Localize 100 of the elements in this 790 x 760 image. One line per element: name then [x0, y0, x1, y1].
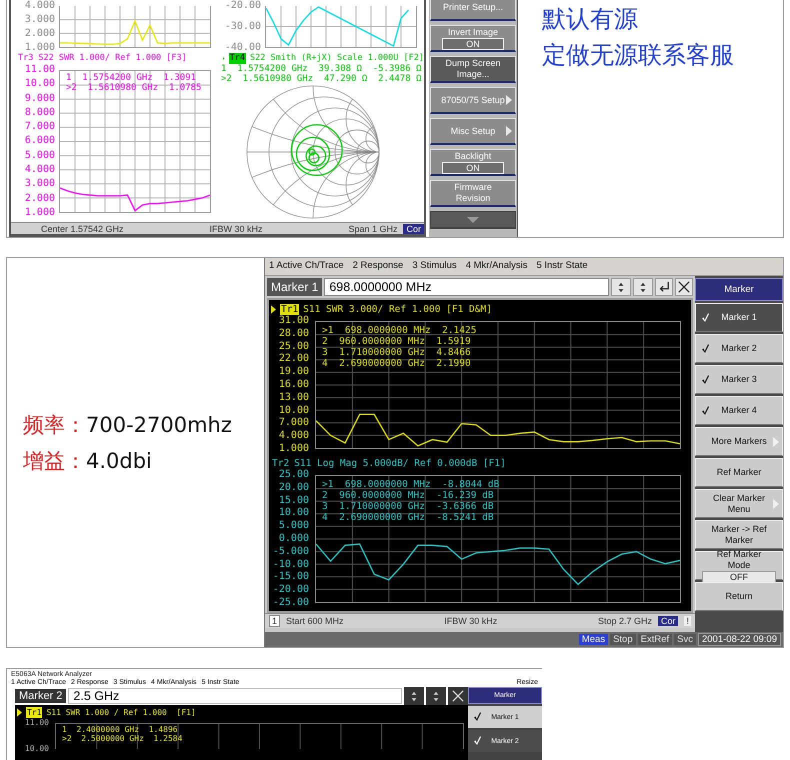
scroll-down-button[interactable]: [430, 211, 516, 229]
softkey-button[interactable]: Invert Image ON: [430, 25, 516, 52]
axis-label: 6.000: [24, 135, 55, 148]
menu-item[interactable]: 4 Mkr/Analysis: [466, 260, 528, 273]
trace-title: S22 SWR 1.000/ Ref 1.000 [F3]: [38, 53, 187, 63]
axis-label: -20.00: [224, 0, 261, 12]
axis-label: 15.00: [278, 494, 309, 507]
marker-readout: 4 2.690000000 GHz -8.5241 dB: [322, 512, 495, 523]
softkey-button[interactable]: Marker 2: [695, 334, 783, 363]
axis-label: -40.00: [224, 42, 261, 54]
softkey-button[interactable]: Ref Marker Mode OFF: [695, 551, 783, 580]
up-down-arrows-icon: [639, 280, 647, 294]
enter-button[interactable]: [655, 278, 673, 296]
marker-readout: >2 1.5610980 GHz 47.290 Ω 2.4478 Ω: [221, 74, 422, 84]
close-button[interactable]: [448, 686, 468, 706]
entry-field[interactable]: 2.5 GHz: [68, 688, 402, 704]
axis-label: 22.00: [278, 353, 309, 366]
softkey-button[interactable]: Ref Marker: [695, 458, 783, 487]
status-text: Center 1.57542 GHz: [41, 224, 124, 234]
spec-label: 增益：: [23, 448, 86, 472]
entry-label: Marker 2: [15, 689, 66, 703]
axis-label: 3.000: [24, 14, 55, 26]
axis-label: 7.000: [278, 417, 309, 430]
spec-value: 4.0dbi: [86, 448, 152, 472]
axis-label: 3.000: [24, 178, 55, 190]
spin-button[interactable]: [611, 278, 631, 296]
axis-label: 4.000: [24, 164, 55, 176]
menu-item[interactable]: 1 Active Ch/Trace: [269, 260, 344, 273]
trace-title: S11 SWR 1.000 / Ref 1.000 [F1]: [46, 708, 196, 716]
entry-label: Marker 1: [267, 278, 322, 296]
spec-value: 700-2700mhz: [86, 412, 232, 436]
axis-label: 19.00: [278, 366, 309, 378]
menu-item[interactable]: 5 Instr State: [536, 260, 588, 273]
softkey-button[interactable]: Marker 3: [695, 365, 783, 394]
trace-title: S22 Smith (R+jX) Scale 1.000U [F2]: [250, 53, 424, 63]
clock-text: 2001-08-22 09:09: [698, 633, 781, 646]
status-text: Stop 2.7 GHz: [598, 616, 652, 626]
down-arrow-icon: [467, 216, 479, 222]
trace-tag[interactable]: Tr1: [280, 304, 300, 314]
axis-label: -10.00: [272, 558, 309, 571]
axis-label: 8.000: [24, 106, 55, 119]
axis-label: 11.00: [24, 717, 49, 729]
axis-label: 2.000: [24, 192, 55, 205]
marker-readout: >1 698.0000000 MHz 2.1425: [322, 325, 476, 336]
up-down-arrows-icon: [432, 690, 440, 702]
status-indicator: ExtRef: [638, 634, 672, 645]
softkey-button[interactable]: Marker 1: [695, 303, 783, 332]
axis-label: 7.000: [24, 121, 55, 134]
marker-readout: 1 1.5754200 GHz 1.3091: [66, 73, 198, 83]
axis-label: 10.00: [278, 507, 309, 520]
note-text: 默认有源: [542, 4, 639, 34]
pointer-icon: [271, 304, 276, 314]
axis-label: -25.00: [272, 596, 309, 609]
softkey-button[interactable]: Dump Screen Image...: [430, 56, 516, 83]
trace-tag[interactable]: Tr4: [228, 52, 246, 64]
correction-badge: Cor: [658, 616, 678, 626]
marker-readout: >2 1.5610980 GHz 1.0785: [66, 83, 202, 93]
softkey-button[interactable]: Marker 4: [695, 396, 783, 425]
axis-label: 10.00: [278, 404, 309, 417]
spec-label: 频率：: [23, 412, 86, 436]
axis-label: -15.00: [272, 571, 309, 584]
channel-number: 1: [269, 615, 280, 627]
status-indicator: Svc: [674, 634, 696, 645]
menu-item[interactable]: 3 Stimulus: [412, 260, 457, 273]
axis-label: 28.00: [278, 328, 309, 340]
enter-icon: [658, 281, 670, 293]
axis-label: -20.00: [272, 584, 309, 596]
entry-field[interactable]: 698.0000000 MHz: [324, 278, 609, 296]
softkey-button[interactable]: More Markers: [695, 427, 783, 456]
menu-item[interactable]: 2 Response: [352, 260, 404, 273]
marker-readout: >2 2.5000000 GHz 1.2584: [62, 734, 182, 743]
close-button[interactable]: [675, 278, 693, 296]
up-down-arrows-icon: [617, 280, 625, 294]
step-button[interactable]: [426, 686, 446, 706]
axis-label: 1.000: [24, 42, 55, 54]
caret-icon: [773, 498, 779, 508]
axis-label: 31.00: [278, 315, 309, 327]
step-button[interactable]: [633, 278, 653, 296]
axis-label: 25.00: [278, 469, 309, 481]
softkey-button[interactable]: Clear Marker Menu: [695, 489, 783, 518]
softkey-button[interactable]: Return: [695, 582, 783, 611]
toggle-value: ON: [442, 162, 504, 174]
axis-label: 1.000: [24, 206, 55, 219]
spin-button[interactable]: [404, 686, 424, 706]
softkey-button[interactable]: Backlight ON: [430, 149, 516, 176]
axis-label: 10.00: [24, 78, 55, 90]
axis-label: 11.00: [24, 64, 55, 76]
softkey-button[interactable]: Marker -> Ref Marker: [695, 520, 783, 549]
trace-tag[interactable]: Tr2: [271, 458, 290, 468]
axis-label: -30.00: [224, 21, 261, 33]
status-indicator: Meas: [578, 634, 608, 645]
caret-icon: [506, 126, 512, 136]
axis-label: 0.000: [278, 532, 309, 545]
correction-badge: Cor: [403, 224, 424, 234]
axis-label: 4.000: [24, 0, 55, 12]
warning-flag: !: [684, 616, 691, 626]
axis-label: 1.000: [278, 442, 309, 455]
marker-readout: 1 2.4000000 GHz 1.4896: [62, 725, 179, 734]
trace-tag[interactable]: Tr1: [26, 706, 42, 718]
up-down-arrows-icon: [410, 690, 418, 702]
